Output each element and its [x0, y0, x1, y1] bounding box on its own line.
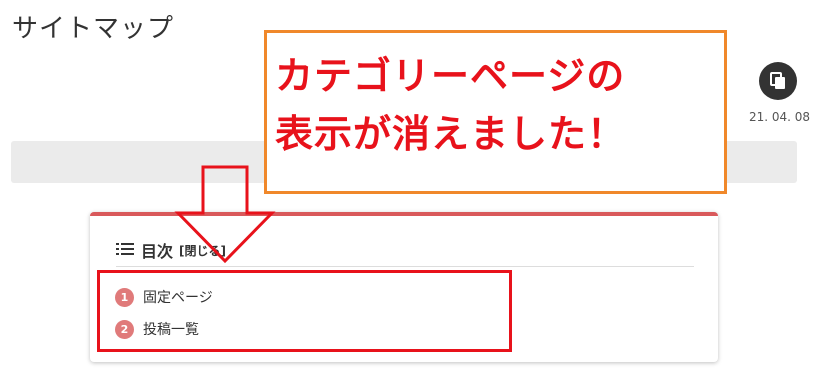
- toc-divider: [116, 266, 694, 267]
- toc-item-number: 2: [115, 319, 134, 339]
- callout-line-1: カテゴリーページの: [275, 54, 626, 98]
- toc-item[interactable]: 1 固定ページ: [115, 287, 213, 307]
- copy-button[interactable]: [759, 62, 797, 100]
- callout-line-2: 表示が消えました！: [275, 112, 627, 156]
- toc-item-label: 投稿一覧: [143, 322, 199, 338]
- toc-item[interactable]: 2 投稿一覧: [115, 319, 199, 339]
- page-title: サイトマップ: [12, 14, 175, 44]
- callout-box: カテゴリーページの 表示が消えました！: [264, 30, 727, 194]
- toc-item-number: 1: [115, 287, 134, 307]
- post-date: 21. 04. 08: [749, 110, 811, 124]
- toc-item-label: 固定ページ: [143, 290, 213, 306]
- copy-icon: [770, 72, 785, 89]
- down-arrow-icon: [174, 165, 276, 264]
- toc-title: 目次: [141, 242, 174, 261]
- list-icon: [116, 241, 134, 260]
